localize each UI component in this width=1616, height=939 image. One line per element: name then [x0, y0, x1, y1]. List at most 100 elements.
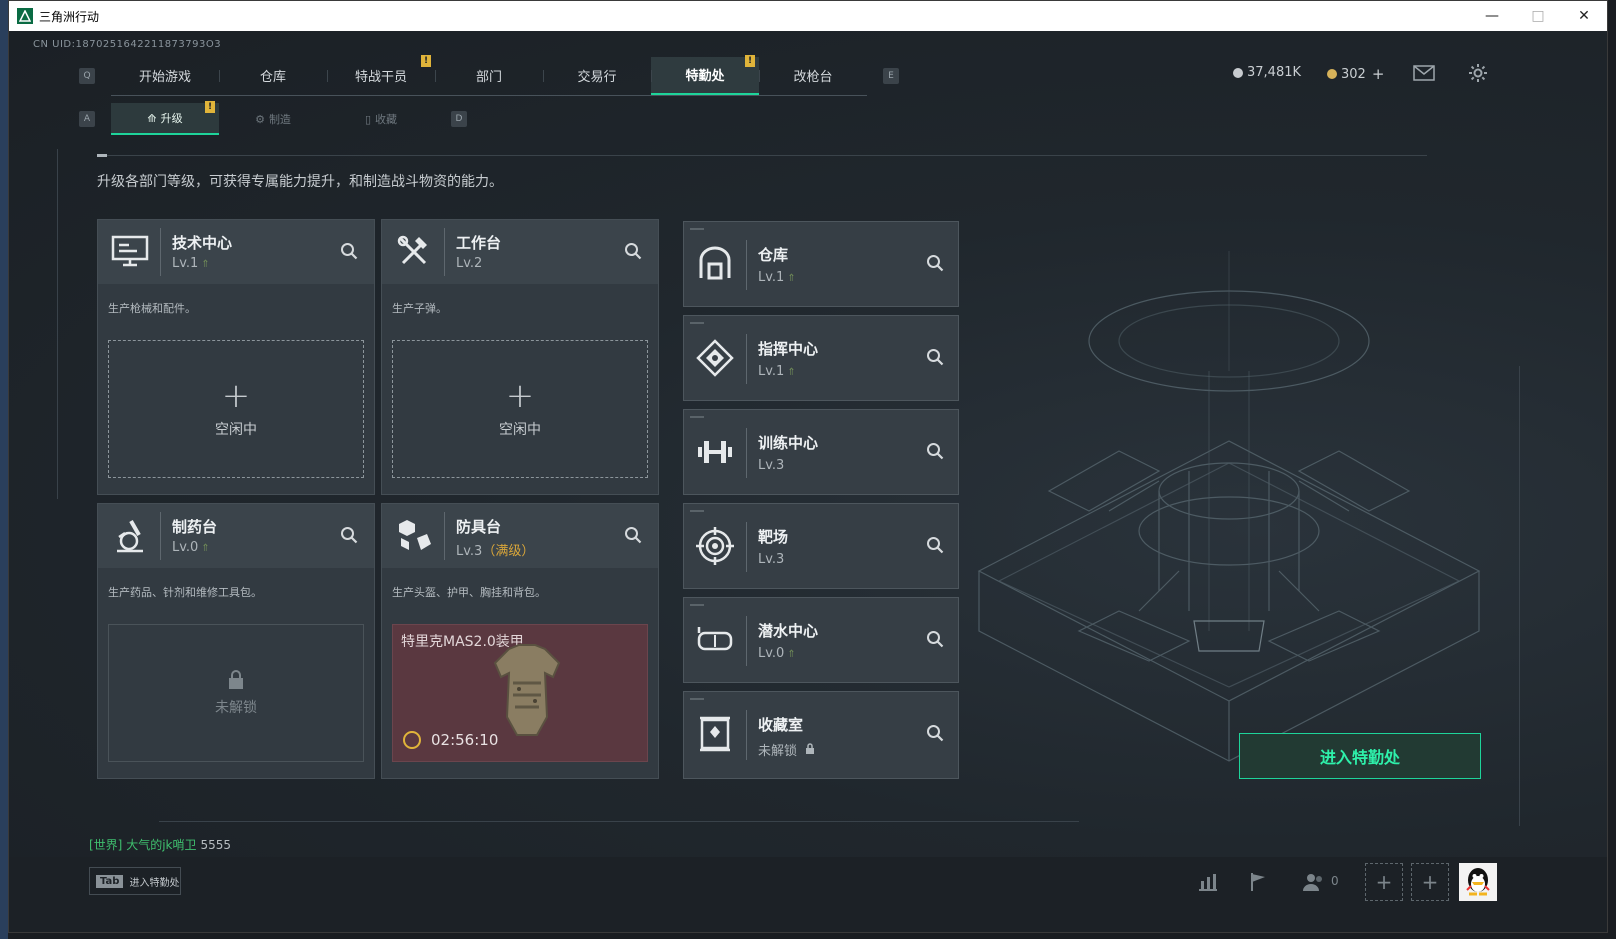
subtab-upgrade[interactable]: ⟰ 升级 ! [111, 101, 219, 135]
search-icon[interactable] [926, 724, 946, 744]
tab-gunsmith[interactable]: 改枪台 [759, 57, 867, 95]
target-icon [694, 524, 736, 568]
card-title: 制药台 [172, 518, 218, 536]
frame-line-bottom [159, 821, 1079, 822]
add-premium-button[interactable]: + [1372, 65, 1385, 83]
card-shooting-range[interactable]: 靶场 Lv.3 [683, 503, 959, 589]
subtab-craft[interactable]: ⚙ 制造 [219, 103, 327, 135]
crafting-slot[interactable]: 特里克MAS2.0装甲 02:56:10 [392, 624, 648, 762]
card-command-center[interactable]: 指挥中心 Lv.1 ⇑ [683, 315, 959, 401]
nav-next-key[interactable]: E [883, 68, 899, 84]
flag-icon[interactable] [1245, 869, 1271, 895]
settings-gear-icon[interactable] [1467, 63, 1489, 83]
lock-icon [229, 670, 243, 689]
search-icon[interactable] [624, 526, 644, 546]
card-level: 未解锁 [758, 740, 815, 759]
tab-special-ops[interactable]: 特勤处! [651, 54, 759, 95]
upgrade-arrow-icon: ⇑ [787, 649, 796, 660]
card-level: Lv.3（满级） [456, 544, 535, 559]
card-level: Lv.1 ⇑ [758, 270, 796, 285]
page-description: 升级各部门等级，可获得专属能力提升，和制造战斗物资的能力。 [97, 174, 503, 190]
add-slot-button[interactable]: + [1411, 863, 1449, 901]
main-nav: Q 开始游戏 仓库 特战干员! 部门 交易行 特勤处! 改枪台 E [79, 54, 899, 96]
mail-icon[interactable] [1413, 63, 1435, 83]
card-armor-bench[interactable]: 防具台 Lv.3（满级） 生产头盔、护甲、胸挂和背包。 特里克MAS2.0装甲 … [381, 503, 659, 779]
search-icon[interactable] [340, 242, 360, 262]
craft-icon: ⚙ [255, 112, 265, 126]
minimize-button[interactable]: — [1469, 1, 1515, 31]
card-training-center[interactable]: 训练中心 Lv.3 [683, 409, 959, 495]
production-slot[interactable]: + 空闲中 [392, 340, 648, 478]
card-workbench[interactable]: 工作台 Lv.2 生产子弹。 + 空闲中 [381, 219, 659, 495]
chat-channel: [世界] [89, 838, 123, 852]
search-icon[interactable] [926, 536, 946, 556]
search-icon[interactable] [926, 348, 946, 368]
lock-icon [806, 743, 815, 754]
timer-icon [403, 731, 421, 749]
card-pharmacy[interactable]: 制药台 Lv.0 ⇑ 生产药品、针剂和维修工具包。 未解锁 [97, 503, 375, 779]
display-case-icon [694, 712, 736, 756]
card-tech-center[interactable]: 技术中心 Lv.1 ⇑ 生产枪械和配件。 + 空闲中 [97, 219, 375, 495]
card-title: 收藏室 [758, 716, 804, 734]
qq-avatar-icon[interactable] [1459, 863, 1497, 901]
premium-balance[interactable]: 302 + [1327, 65, 1384, 83]
card-warehouse[interactable]: 仓库 Lv.1 ⇑ [683, 221, 959, 307]
card-collection-room[interactable]: 收藏室 未解锁 [683, 691, 959, 779]
enter-special-ops-button[interactable]: 进入特勤处 [1239, 733, 1481, 779]
add-slot-button[interactable]: + [1365, 863, 1403, 901]
notification-badge: ! [205, 101, 215, 113]
close-button[interactable]: ✕ [1561, 1, 1607, 31]
upgrade-arrow-icon: ⇑ [201, 259, 210, 270]
search-icon[interactable] [340, 526, 360, 546]
max-level-tag: （满级） [482, 544, 535, 559]
stats-chart-icon[interactable] [1195, 869, 1221, 895]
tab-key: Tab [96, 874, 124, 888]
friends-icon[interactable] [1301, 869, 1327, 895]
subnav-next-key[interactable]: D [451, 111, 467, 127]
tab-operators[interactable]: 特战干员! [327, 54, 435, 95]
card-level: Lv.0 ⇑ [172, 540, 210, 555]
tab-warehouse[interactable]: 仓库 [219, 57, 327, 95]
card-title: 训练中心 [758, 434, 819, 452]
vault-icon [694, 242, 736, 286]
nav-prev-key[interactable]: Q [79, 68, 95, 84]
microscope-icon [110, 516, 150, 556]
tab-start-game[interactable]: 开始游戏 [111, 57, 219, 95]
tab-hint-label: 进入特勤处 [129, 877, 180, 889]
subtab-collection[interactable]: ▯ 收藏 [327, 103, 435, 135]
title-bar: 三角洲行动 — □ ✕ [9, 1, 1607, 31]
coin-balance[interactable]: 37,481K [1233, 65, 1301, 80]
card-diving-center[interactable]: 潜水中心 Lv.0 ⇑ [683, 597, 959, 683]
card-title: 工作台 [456, 234, 502, 252]
hammer-wrench-icon [394, 232, 434, 272]
tab-hint-button[interactable]: Tab 进入特勤处 [89, 867, 181, 895]
search-icon[interactable] [926, 442, 946, 462]
card-description: 生产头盔、护甲、胸挂和背包。 [392, 586, 546, 599]
chat-user[interactable]: 大气的jk哨卫 [126, 838, 196, 852]
slot-status: 空闲中 [499, 422, 541, 438]
subnav-prev-key[interactable]: A [79, 111, 95, 127]
base-wireframe-illustration [959, 191, 1579, 815]
production-slot[interactable]: + 空闲中 [108, 340, 364, 478]
card-description: 生产药品、针剂和维修工具包。 [108, 586, 262, 599]
search-icon[interactable] [926, 630, 946, 650]
search-icon[interactable] [926, 254, 946, 274]
card-title: 技术中心 [172, 234, 233, 252]
slot-status: 空闲中 [215, 422, 257, 438]
locked-slot: 未解锁 [108, 624, 364, 762]
uid-label: CN UID:1870251642211873793O3 [33, 39, 222, 50]
search-icon[interactable] [624, 242, 644, 262]
divider-mark [97, 154, 107, 157]
section-divider [97, 155, 1427, 156]
card-title: 防具台 [456, 518, 502, 536]
collection-icon: ▯ [364, 112, 372, 126]
upgrade-arrow-icon: ⇑ [787, 273, 796, 284]
tab-department[interactable]: 部门 [435, 57, 543, 95]
world-chat-line[interactable]: [世界] 大气的jk哨卫 5555 [89, 836, 231, 853]
desktop-edge [0, 0, 8, 939]
upgrade-arrow-icon: ⇑ [787, 367, 796, 378]
maximize-button[interactable]: □ [1515, 1, 1561, 31]
computer-icon [110, 232, 150, 272]
tab-trading[interactable]: 交易行 [543, 57, 651, 95]
add-icon: + [221, 376, 251, 416]
